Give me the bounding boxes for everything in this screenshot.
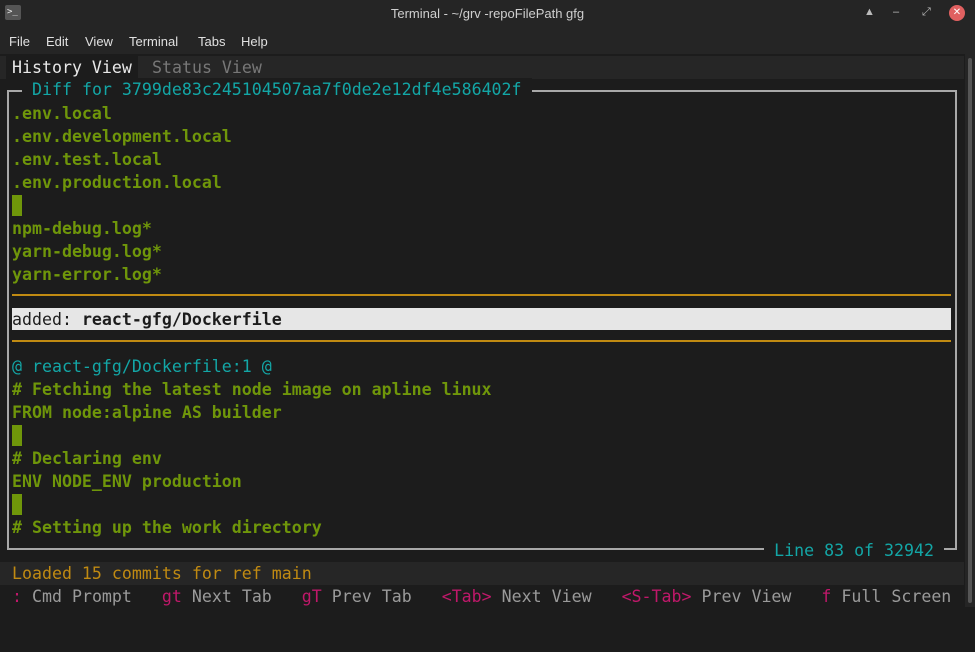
view-tabs: History View Status View <box>0 56 964 79</box>
tab-status-view[interactable]: Status View <box>146 56 268 79</box>
help-key: f <box>821 587 832 606</box>
menu-file[interactable]: File <box>9 34 30 49</box>
menu-terminal[interactable]: Terminal <box>129 34 178 49</box>
menu-help[interactable]: Help <box>241 34 268 49</box>
blank-added-line-marker <box>12 195 22 216</box>
scrollbar[interactable] <box>965 54 975 607</box>
diff-line: .env.development.local <box>12 127 232 146</box>
hunk-header: @ react-gfg/Dockerfile:1 @ <box>12 357 272 376</box>
help-key: <S-Tab> <box>621 587 692 606</box>
blank-added-line-marker <box>12 494 22 515</box>
diff-line: FROM node:alpine AS builder <box>12 403 282 422</box>
help-key: : <box>12 587 22 606</box>
help-key: gT <box>301 587 322 606</box>
help-label: Cmd Prompt <box>32 587 132 606</box>
status-message: Loaded 15 commits for ref main <box>0 562 964 585</box>
close-icon[interactable]: ✕ <box>949 5 965 21</box>
file-divider <box>12 294 951 296</box>
help-bar: : Cmd Prompt gt Next Tab gT Prev Tab <Ta… <box>12 585 951 608</box>
help-key: gt <box>161 587 182 606</box>
minimize-icon[interactable]: – <box>893 6 899 18</box>
menu-tabs[interactable]: Tabs <box>198 34 225 49</box>
title-bar: >_ Terminal - ~/grv -repoFilePath gfg ▲ … <box>0 0 975 27</box>
diff-line: .env.production.local <box>12 173 222 192</box>
diff-title: Diff for 3799de83c245104507aa7f0de2e12df… <box>22 78 532 101</box>
diff-line: npm-debug.log* <box>12 219 152 238</box>
menu-bar: File Edit View Terminal Tabs Help <box>0 27 975 54</box>
diff-line: # Fetching the latest node image on apli… <box>12 380 492 399</box>
terminal-area[interactable]: History View Status View Diff for 3799de… <box>0 54 964 607</box>
help-label: Next View <box>501 587 592 606</box>
diff-line: yarn-error.log* <box>12 265 162 284</box>
diff-line: # Setting up the work directory <box>12 518 322 537</box>
help-label: Prev View <box>701 587 792 606</box>
window-title: Terminal - ~/grv -repoFilePath gfg <box>390 6 585 21</box>
diff-line: ENV NODE_ENV production <box>12 472 242 491</box>
help-label: Next Tab <box>191 587 272 606</box>
added-file-header: added: react-gfg/Dockerfile <box>12 308 951 330</box>
maximize-icon[interactable]: ⤢ <box>922 6 931 19</box>
help-label: Full Screen <box>841 587 952 606</box>
added-file-name: react-gfg/Dockerfile <box>81 310 282 329</box>
help-key: <Tab> <box>441 587 492 606</box>
menu-view[interactable]: View <box>85 34 113 49</box>
scrollbar-thumb[interactable] <box>968 58 972 603</box>
diff-line: # Declaring env <box>12 449 162 468</box>
blank-added-line-marker <box>12 425 22 446</box>
diff-line: yarn-debug.log* <box>12 242 162 261</box>
keep-above-icon[interactable]: ▲ <box>864 6 875 18</box>
menu-edit[interactable]: Edit <box>46 34 68 49</box>
help-label: Prev Tab <box>331 587 412 606</box>
line-position: Line 83 of 32942 <box>764 539 944 562</box>
file-divider <box>12 340 951 342</box>
tab-history-view[interactable]: History View <box>6 56 138 79</box>
diff-line: .env.local <box>12 104 112 123</box>
added-prefix: added: <box>12 310 82 329</box>
diff-line: .env.test.local <box>12 150 162 169</box>
